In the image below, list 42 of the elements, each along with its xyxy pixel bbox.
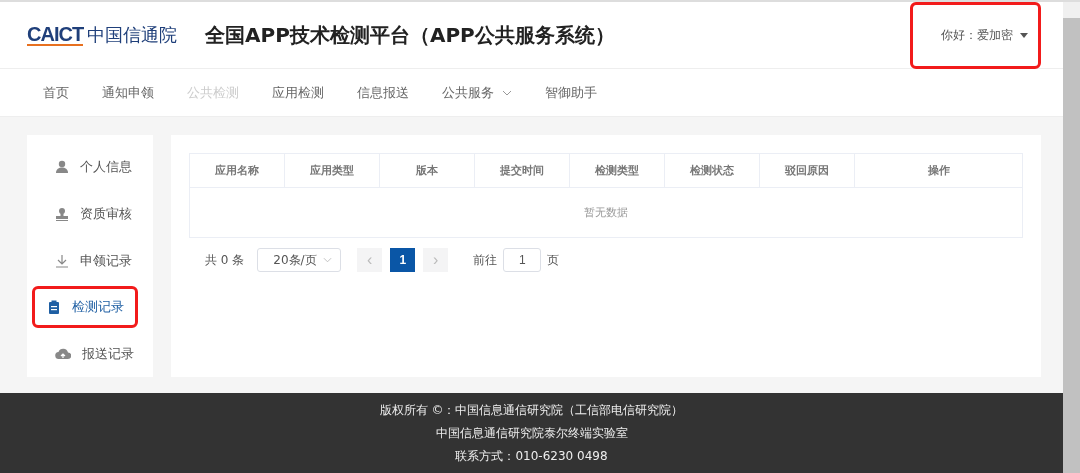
column-header: 应用类型	[285, 154, 380, 188]
sidebar-item[interactable]: 检测记录	[35, 289, 135, 326]
logo-mark: CAICT	[27, 24, 84, 47]
person-icon	[55, 159, 69, 174]
column-header: 检测类型	[570, 154, 665, 188]
footer-text: 中国信息通信研究院泰尔终端实验室	[435, 424, 628, 442]
page-unit: 页	[547, 251, 560, 269]
stamp-icon	[55, 206, 69, 221]
column-header: 应用名称	[190, 154, 285, 188]
nav-link[interactable]: 信息报送	[357, 83, 409, 102]
chevron-icon	[502, 89, 512, 96]
logo-name: 中国信通院	[87, 23, 178, 48]
sidebar-item[interactable]: 个人信息	[35, 143, 135, 191]
site-title: 全国APP技术检测平台（APP公共服务系统）	[205, 21, 615, 49]
column-header: 操作	[926, 163, 951, 180]
caret-icon	[1020, 32, 1028, 38]
goto-label: 前往	[473, 251, 498, 269]
scrollbar[interactable]	[1063, 2, 1080, 473]
footer-text: 联系方式：010-6230 0498	[455, 447, 608, 465]
nav-link[interactable]: 智御助手	[545, 83, 597, 102]
sidebar-item[interactable]: 资质审核	[35, 190, 135, 238]
total-count: 共 0 条	[205, 251, 245, 269]
nav-link[interactable]: 应用检测	[272, 83, 324, 102]
page-input[interactable]: 1	[503, 248, 542, 273]
column-header: 驳回原因	[760, 154, 855, 188]
column-header: 版本	[380, 154, 475, 188]
column-header: 检测状态	[665, 154, 760, 188]
clipboard-icon	[47, 300, 61, 315]
download-icon	[55, 253, 69, 268]
empty-message: 暂无数据	[584, 205, 628, 221]
footer-text: 版权所有 ©：中国信息通信研究院（工信部电信研究院）	[379, 401, 684, 419]
nav-link[interactable]: 公共服务	[442, 83, 512, 102]
nav-link[interactable]: 首页	[43, 83, 69, 102]
user-menu[interactable]: 你好：爱加密	[913, 4, 1038, 66]
page-button[interactable]: 1	[390, 248, 416, 273]
sidebar-item[interactable]: 申领记录	[35, 237, 135, 285]
cloud-upload-icon	[55, 346, 71, 361]
page-size-select[interactable]: 20条/页	[257, 248, 342, 273]
chevron-icon	[323, 257, 333, 264]
column-header: 提交时间	[475, 154, 570, 188]
sidebar-item[interactable]: 报送记录	[35, 330, 135, 378]
nav-link[interactable]: 通知申领	[102, 83, 154, 102]
